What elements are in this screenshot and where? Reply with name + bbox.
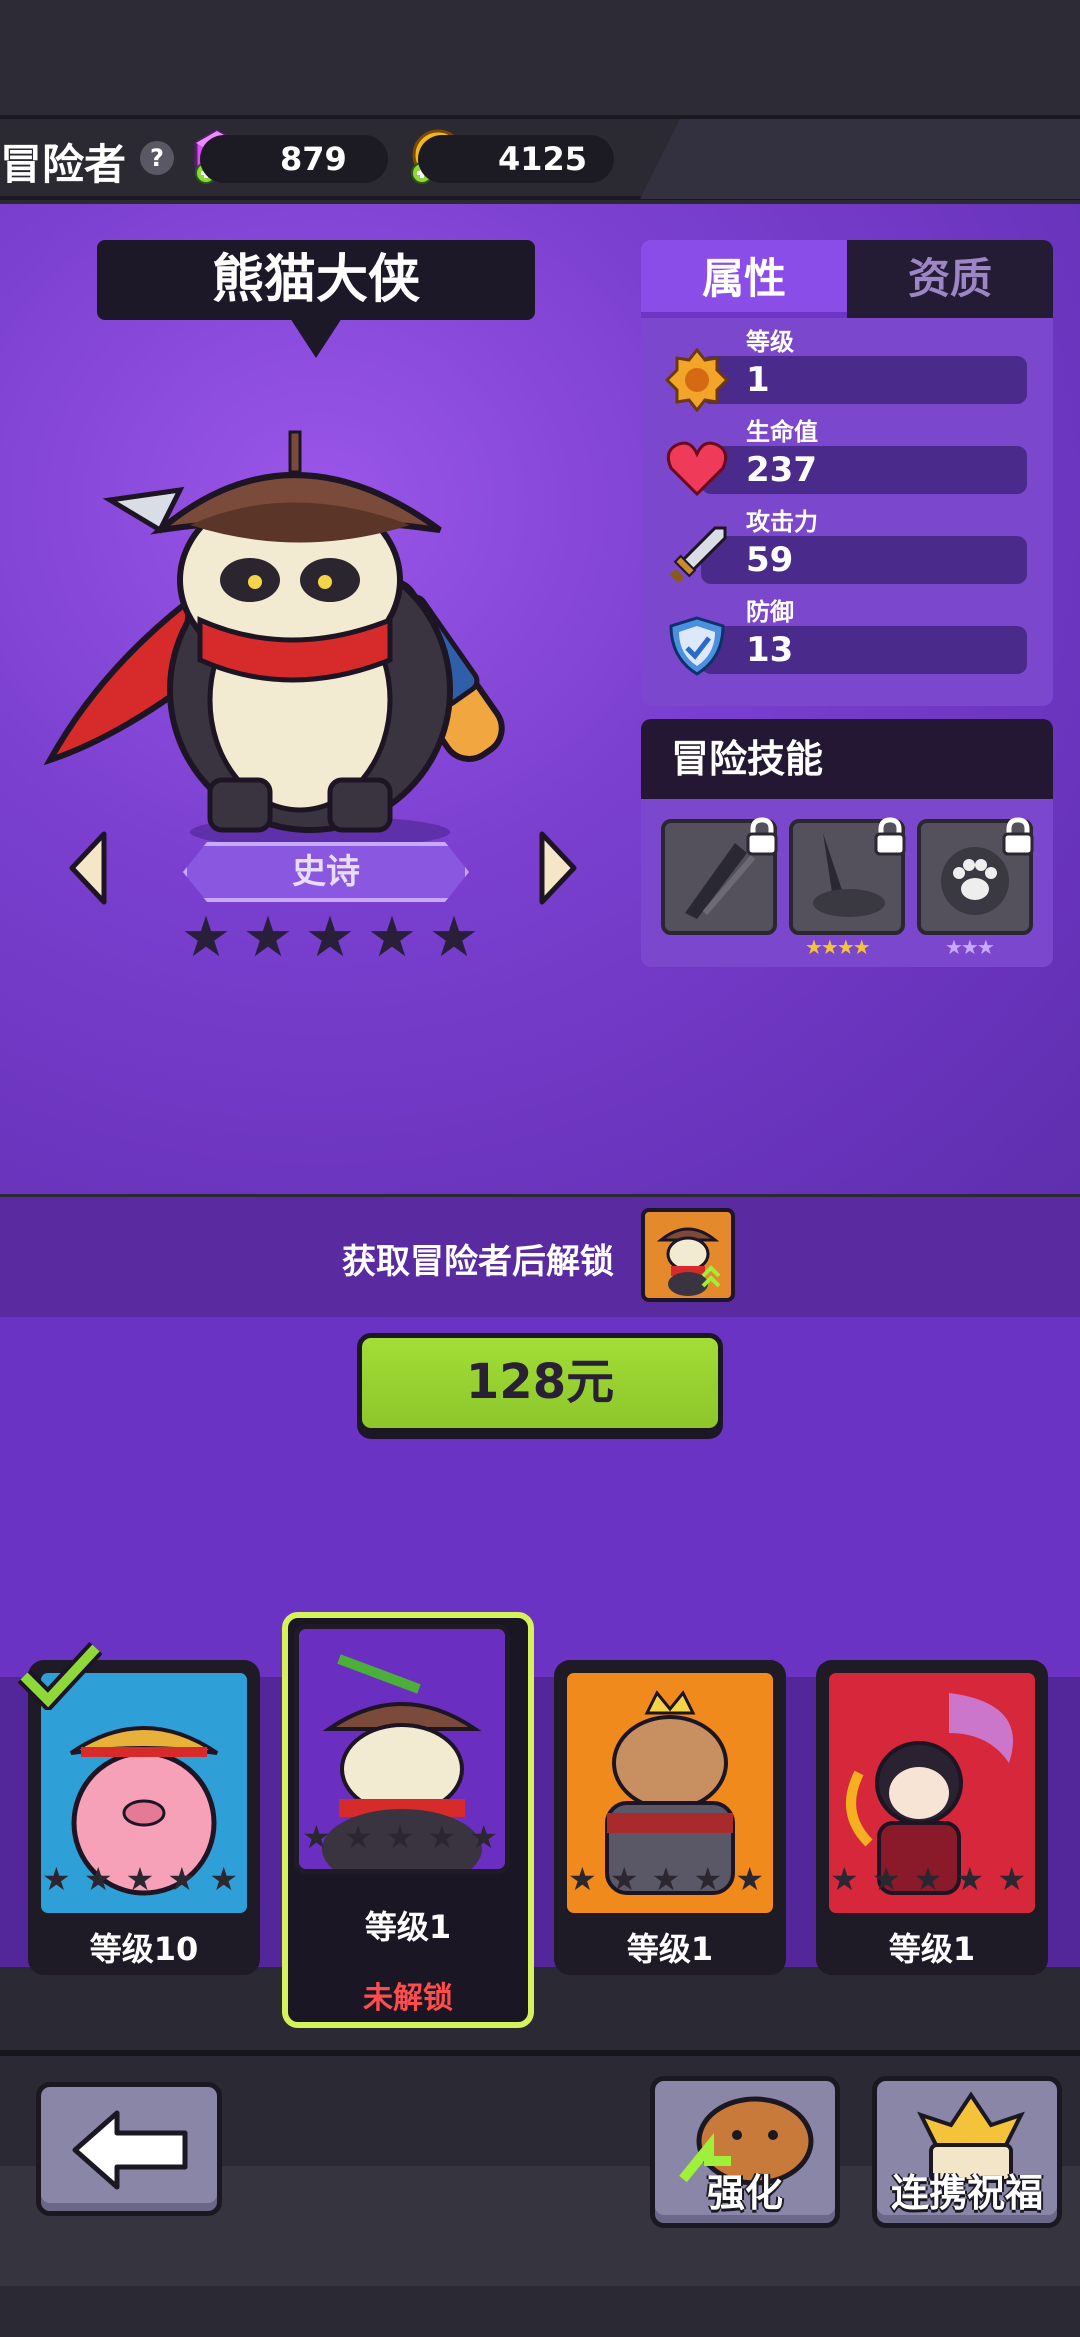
roster-card-panda-selected[interactable]: ★ ★ ★ ★ ★ 等级1 未解锁 [282, 1612, 534, 2028]
star-icon: ★ [304, 905, 356, 970]
skill-strike-stars: ★★★★ [805, 935, 871, 959]
skill-slot-paw[interactable] [917, 817, 1034, 935]
stat-label-level: 等级 [746, 328, 794, 356]
rarity-badge: 史诗 [183, 842, 469, 902]
star-icon: ★ [366, 905, 418, 970]
stat-label-attack: 攻击力 [746, 508, 818, 536]
stat-label-defense: 防御 [746, 598, 794, 626]
bond-blessing-label: 连携祝福 [890, 2171, 1043, 2215]
stat-value-defense: 13 [701, 626, 1027, 674]
sword-icon [669, 526, 727, 584]
help-icon[interactable]: ? [140, 141, 174, 175]
tab-aptitude[interactable]: 资质 [847, 240, 1053, 318]
bond-blessing-button[interactable]: 连携祝福 [872, 2076, 1062, 2228]
heart-icon [666, 441, 728, 497]
purchase-button[interactable]: 128元 [357, 1333, 723, 1433]
card-level: 等级1 [364, 1908, 452, 1946]
stat-value-hp: 237 [701, 446, 1027, 494]
next-hero-arrow-icon[interactable] [538, 830, 578, 906]
back-button[interactable] [36, 2082, 222, 2216]
upgrade-button[interactable]: 强化 [650, 2076, 840, 2228]
coin-amount: 4125 [498, 140, 588, 178]
hero-star-rating: ★ ★ ★ ★ ★ [180, 905, 480, 970]
skill-slot-strike[interactable] [789, 817, 906, 935]
unlock-hint: 获取冒险者后解锁 [342, 1242, 614, 1282]
star-icon: ★ [180, 905, 232, 970]
hero-name-tail [290, 318, 342, 358]
skill-paw-stars: ★★★ [945, 935, 995, 959]
panda-hero-image [43, 430, 505, 848]
shield-icon [669, 616, 725, 676]
card-level: 等级1 [888, 1930, 976, 1968]
skill-slot-slash[interactable] [661, 817, 778, 935]
lock-icon [746, 817, 778, 856]
skills-title: 冒险技能 [641, 719, 1053, 799]
back-arrow-icon [72, 2110, 188, 2190]
resource-bar-slant [640, 119, 1080, 199]
stat-value-level: 1 [701, 356, 1027, 404]
owned-check-icon [18, 1641, 102, 1710]
gem-amount: 879 [280, 140, 347, 178]
panda-token-icon [656, 1227, 721, 1296]
card-stars: ★ ★ ★ ★ ★ [568, 1860, 764, 1898]
hero-name: 熊猫大侠 [97, 240, 535, 320]
roster-card-bear[interactable]: ★ ★ ★ ★ ★ 等级1 [554, 1660, 786, 1975]
resource-bar: 冒险者 ? 879 4125 [0, 115, 1080, 200]
coin-counter: 4125 [418, 135, 614, 183]
upgrade-label: 强化 [706, 2171, 783, 2215]
roster-card-dragon[interactable]: ★ ★ ★ ★ ★ 等级1 [816, 1660, 1048, 1975]
gem-counter: 879 [200, 135, 388, 183]
prev-hero-arrow-icon[interactable] [68, 830, 108, 906]
attributes-panel: 属性 资质 等级 1 生命值 237 攻击力 59 防御 13 [641, 240, 1053, 706]
page-title: 冒险者 [0, 140, 127, 189]
level-badge-icon [665, 348, 729, 412]
skills-panel: 冒险技能 ★★★★ ★★★ [641, 719, 1053, 967]
star-icon: ★ [242, 905, 294, 970]
stat-label-hp: 生命值 [746, 418, 818, 446]
card-stars: ★ ★ ★ ★ ★ [302, 1818, 498, 1856]
hero-upgrade-item-icon[interactable] [641, 1208, 735, 1302]
stat-value-attack: 59 [701, 536, 1027, 584]
tab-attributes[interactable]: 属性 [641, 240, 847, 318]
card-locked-status: 未解锁 [363, 1981, 453, 2016]
card-level: 等级10 [89, 1930, 199, 1968]
card-stars: ★ ★ ★ ★ ★ [42, 1860, 238, 1898]
star-icon: ★ [428, 905, 480, 970]
status-bar-area [0, 0, 1080, 115]
card-stars: ★ ★ ★ ★ ★ [830, 1860, 1026, 1898]
lock-icon [874, 817, 906, 856]
card-level: 等级1 [626, 1930, 714, 1968]
lock-icon [1002, 817, 1034, 856]
